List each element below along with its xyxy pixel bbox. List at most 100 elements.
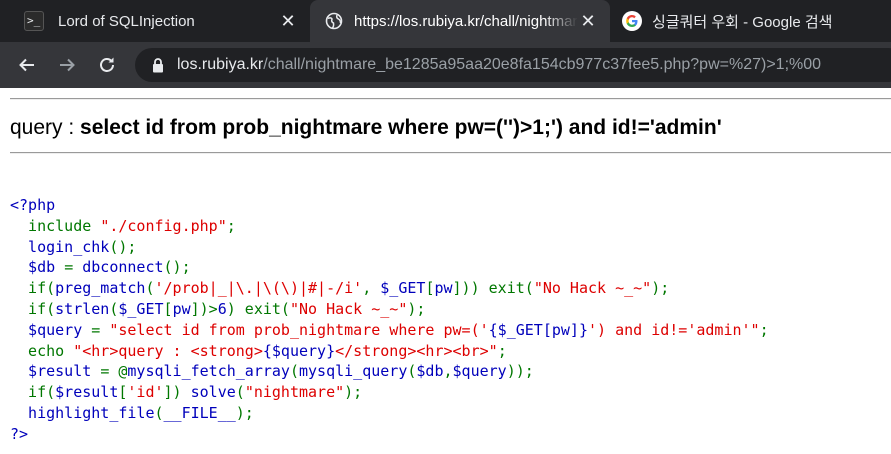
- code-token: preg_match: [55, 279, 146, 298]
- code-token: (: [154, 403, 164, 422]
- code-token: highlight_file: [10, 403, 155, 422]
- code-token: );: [344, 383, 363, 402]
- tab-lord-of-sqlinjection[interactable]: >_ Lord of SQLInjection ✕: [0, 0, 310, 42]
- bottom-divider: [10, 152, 891, 154]
- code-token: 'id': [127, 383, 164, 402]
- code-token: );: [651, 279, 670, 298]
- code-token: "nightmare": [244, 383, 345, 402]
- code-token: );: [235, 403, 254, 422]
- code-token: ?>: [10, 424, 29, 443]
- code-token: solve: [190, 383, 236, 402]
- code-token: $db: [10, 258, 65, 277]
- top-divider: [10, 98, 891, 100]
- code-token: ') and id!='admin'": [587, 320, 760, 339]
- reload-button[interactable]: [92, 50, 122, 80]
- code-token: =: [91, 320, 110, 339]
- code-token: "No Hack ~_~": [289, 299, 408, 318]
- code-token: ]): [163, 383, 191, 402]
- code-token: $result: [10, 362, 101, 381]
- code-token: pw: [434, 279, 453, 298]
- reload-icon: [100, 57, 114, 72]
- back-arrow-icon: [19, 58, 34, 72]
- code-token: $_GET: [118, 299, 164, 318]
- code-token: $db: [416, 362, 444, 381]
- code-token: );: [407, 299, 426, 318]
- code-token: mysqli_query: [299, 362, 408, 381]
- code-line: if(strlen($_GET[pw])>6) exit("No Hack ~_…: [10, 299, 769, 320]
- query-output: query : select id from prob_nightmare wh…: [10, 116, 722, 140]
- code-line: if($result['id']) solve("nightmare");: [10, 382, 769, 403]
- code-token: {$query}: [262, 341, 336, 360]
- code-token: <?php: [10, 196, 56, 214]
- code-token: $query: [10, 320, 92, 339]
- forward-arrow-icon: [60, 58, 75, 72]
- url-host: los.rubiya.kr: [177, 56, 264, 73]
- code-token: echo: [10, 341, 74, 360]
- tab-title: https://los.rubiya.kr/chall/nightmare_be…: [354, 12, 578, 30]
- code-token: "select id from prob_nightmare where pw=…: [109, 320, 489, 339]
- code-token: ,: [362, 279, 381, 298]
- code-token: = @: [100, 362, 128, 381]
- query-label: query :: [10, 116, 81, 139]
- code-token: include: [10, 216, 101, 235]
- code-token: (: [145, 279, 155, 298]
- tab-title: Lord of SQLInjection: [58, 12, 195, 30]
- code-token: ;: [226, 216, 236, 235]
- tab-strip: >_ Lord of SQLInjection ✕ https://los.ru…: [0, 0, 891, 42]
- code-token: ) exit(: [226, 299, 290, 318]
- terminal-icon: >_: [24, 11, 44, 31]
- query-sql: select id from prob_nightmare where pw=(…: [80, 116, 722, 139]
- code-line: $result = @mysqli_fetch_array(mysqli_que…: [10, 361, 769, 382]
- code-token: '/prob|_|\.|\(\)|#|-/i': [154, 279, 363, 298]
- code-token: =: [64, 258, 83, 277]
- code-token: ));: [506, 362, 534, 381]
- code-token: strlen: [55, 299, 110, 318]
- code-token: ;: [497, 341, 507, 360]
- code-line: $db = dbconnect();: [10, 257, 769, 278]
- code-token: </strong><hr><br>": [335, 341, 498, 360]
- code-token: if(: [10, 279, 56, 298]
- code-token: "No Hack ~_~": [533, 279, 652, 298]
- google-icon: [622, 11, 642, 31]
- code-token: (: [289, 362, 299, 381]
- page-content: query : select id from prob_nightmare wh…: [0, 88, 891, 454]
- address-bar[interactable]: los.rubiya.kr/chall/nightmare_be1285a95a…: [135, 48, 891, 82]
- url-text: los.rubiya.kr/chall/nightmare_be1285a95a…: [177, 56, 821, 74]
- tab-nightmare-active[interactable]: https://los.rubiya.kr/chall/nightmare_be…: [310, 0, 610, 42]
- close-tab-icon[interactable]: ✕: [578, 11, 598, 31]
- forward-button[interactable]: [52, 50, 82, 80]
- code-token: if(: [10, 383, 56, 402]
- tab-google-search[interactable]: 싱글쿼터 우회 - Google 검색: [610, 0, 891, 42]
- code-line: include "./config.php";: [10, 216, 769, 237]
- code-token: {$_GET[pw]}: [488, 320, 588, 339]
- code-token: login_chk: [10, 237, 110, 256]
- code-token: $result: [55, 383, 119, 402]
- code-line: <?php: [10, 195, 769, 216]
- back-button[interactable]: [12, 50, 42, 80]
- code-token: __FILE__: [163, 403, 236, 422]
- code-line: login_chk();: [10, 237, 769, 258]
- close-tab-icon[interactable]: ✕: [278, 11, 298, 31]
- code-token: ;: [759, 320, 769, 339]
- code-token: ])>: [190, 299, 218, 318]
- code-token: ();: [109, 237, 137, 256]
- code-line: highlight_file(__FILE__);: [10, 403, 769, 424]
- code-token: ();: [163, 258, 191, 277]
- code-line: ?>: [10, 424, 769, 445]
- code-token: mysqli_fetch_array: [127, 362, 290, 381]
- url-path: /chall/nightmare_be1285a95aa20e8fa154cb9…: [263, 56, 822, 73]
- lock-icon[interactable]: [151, 57, 165, 73]
- code-token: ,: [443, 362, 453, 381]
- code-token: if(: [10, 299, 56, 318]
- code-token: dbconnect: [82, 258, 164, 277]
- globe-icon: [324, 11, 344, 31]
- browser-toolbar: los.rubiya.kr/chall/nightmare_be1285a95a…: [0, 42, 891, 88]
- tab-title: 싱글쿼터 우회 - Google 검색: [652, 13, 833, 31]
- code-line: echo "<hr>query : <strong>{$query}</stro…: [10, 341, 769, 362]
- code-token: (: [235, 383, 245, 402]
- code-token: pw: [172, 299, 191, 318]
- code-token: $query: [452, 362, 507, 381]
- code-line: $query = "select id from prob_nightmare …: [10, 320, 769, 341]
- code-token: "./config.php": [100, 216, 227, 235]
- code-token: [: [163, 299, 173, 318]
